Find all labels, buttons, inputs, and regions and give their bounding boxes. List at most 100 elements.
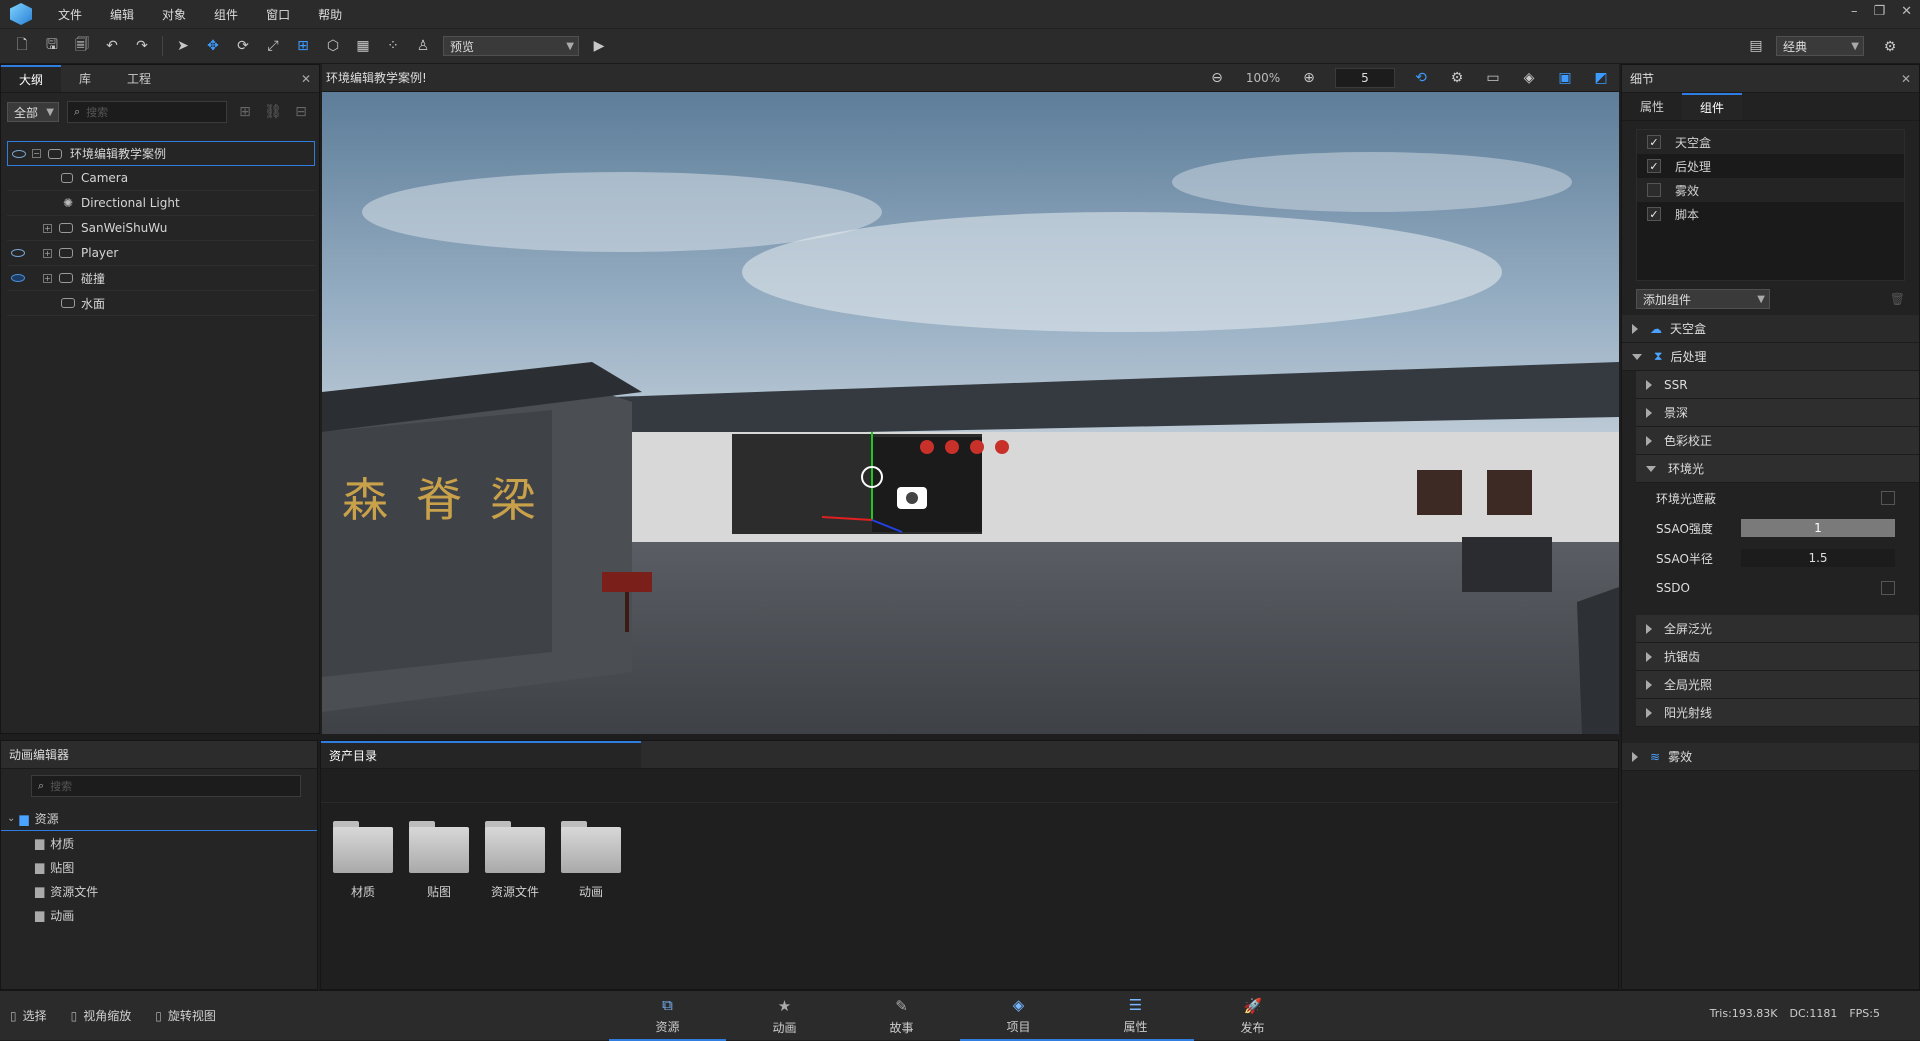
asset-folder[interactable]: 材质 <box>333 821 393 900</box>
section-ambient-light[interactable]: 环境光 <box>1636 455 1919 483</box>
settings-icon[interactable]: ⚙ <box>1880 37 1900 57</box>
select-mode[interactable]: ▯ 选择 <box>10 1007 47 1024</box>
section-postprocess[interactable]: ⧗ 后处理 <box>1622 343 1919 371</box>
visibility-eye-icon[interactable] <box>11 249 25 257</box>
video-camera-icon[interactable]: ▭ <box>1483 68 1503 88</box>
asset-folder[interactable]: 资源文件 <box>485 821 545 900</box>
menu-help[interactable]: 帮助 <box>304 6 356 23</box>
tab-asset-directory[interactable]: 资产目录 <box>321 741 641 768</box>
menu-edit[interactable]: 编辑 <box>96 6 148 23</box>
component-checkbox[interactable]: ✓ <box>1647 135 1661 149</box>
ssao-strength-slider[interactable]: 1 <box>1741 519 1895 537</box>
undo-icon[interactable]: ↶ <box>102 36 122 56</box>
tab-library[interactable]: 库 <box>61 65 109 92</box>
ssao-radius-input[interactable]: 1.5 <box>1741 549 1895 567</box>
section-fog[interactable]: ≋ 雾效 <box>1622 743 1919 771</box>
menu-object[interactable]: 对象 <box>148 6 200 23</box>
nav-properties[interactable]: ☰ 属性 <box>1077 991 1194 1041</box>
nav-animation[interactable]: ★ 动画 <box>726 991 843 1041</box>
new-file-icon[interactable]: 🗋 <box>12 36 32 56</box>
asset-search-input[interactable]: ⌕ 搜索 <box>31 775 301 797</box>
zoom-view-mode[interactable]: ▯ 视角缩放 <box>71 1007 132 1024</box>
physics-icon[interactable]: ⬡ <box>323 36 343 56</box>
component-checkbox[interactable] <box>1647 183 1661 197</box>
tab-outline[interactable]: 大纲 <box>1 65 62 92</box>
outline-filter-select[interactable]: 全部 ▼ <box>7 102 59 122</box>
zoom-in-icon[interactable]: ⊕ <box>1299 68 1319 88</box>
close-icon[interactable]: ✕ <box>1901 72 1911 86</box>
expand-icon[interactable]: + <box>43 223 52 233</box>
outline-search-input[interactable]: ⌕ 搜索 <box>67 101 227 123</box>
save-icon[interactable]: 🖫 <box>42 36 62 56</box>
tree-root[interactable]: ⌄ ▆ 资源 <box>1 807 317 831</box>
sync-icon[interactable]: ⟲ <box>1411 68 1431 88</box>
tree-node[interactable]: + 碰撞 <box>7 266 315 291</box>
tab-components[interactable]: 组件 <box>1682 93 1743 120</box>
section-ssr[interactable]: SSR <box>1636 371 1919 399</box>
section-color-correction[interactable]: 色彩校正 <box>1636 427 1919 455</box>
cube-icon[interactable]: ◈ <box>1519 68 1539 88</box>
tree-item[interactable]: ▆ 动画 <box>35 903 317 927</box>
select-tool-icon[interactable]: ➤ <box>173 36 193 56</box>
gear-icon[interactable]: ⚙ <box>1447 68 1467 88</box>
section-global-illumination[interactable]: 全局光照 <box>1636 671 1919 699</box>
minimize-icon[interactable]: – <box>1851 4 1858 19</box>
player-icon[interactable]: ♙ <box>413 36 433 56</box>
component-row[interactable]: 雾效 <box>1637 178 1904 202</box>
tree-node[interactable]: Camera <box>7 166 315 191</box>
visibility-eye-icon[interactable] <box>12 149 26 158</box>
filter-icon[interactable]: ⊞ <box>235 102 255 122</box>
section-sunray[interactable]: 阳光射线 <box>1636 699 1919 727</box>
nav-publish[interactable]: 🚀 发布 <box>1194 991 1311 1041</box>
layout-select[interactable]: 经典 ▼ <box>1776 36 1864 56</box>
asset-folder[interactable]: 动画 <box>561 821 621 900</box>
save-all-icon[interactable]: 🗐 <box>72 36 92 56</box>
collapse-icon[interactable]: − <box>32 149 41 158</box>
play-icon[interactable]: ▶ <box>589 36 609 56</box>
component-row[interactable]: ✓ 后处理 <box>1637 154 1904 178</box>
nav-resources[interactable]: ⧉ 资源 <box>609 991 726 1041</box>
close-icon[interactable]: ✕ <box>301 72 311 86</box>
component-row[interactable]: ✓ 天空盒 <box>1637 130 1904 154</box>
layout-icon[interactable]: ▤ <box>1746 36 1766 56</box>
component-checkbox[interactable]: ✓ <box>1647 159 1661 173</box>
section-skybox[interactable]: ☁ 天空盒 <box>1622 315 1919 343</box>
scale-tool-icon[interactable]: ⤢ <box>263 36 283 56</box>
menu-window[interactable]: 窗口 <box>252 6 304 23</box>
dot-grid-icon[interactable]: ⁘ <box>383 36 403 56</box>
expand-icon[interactable]: + <box>43 273 52 283</box>
tab-properties[interactable]: 属性 <box>1622 93 1682 120</box>
move-tool-icon[interactable]: ✥ <box>203 36 223 56</box>
rotate-tool-icon[interactable]: ⟳ <box>233 36 253 56</box>
nav-project[interactable]: ◈ 项目 <box>960 991 1077 1041</box>
rotate-view-mode[interactable]: ▯ 旋转视图 <box>155 1007 216 1024</box>
ao-checkbox[interactable] <box>1881 491 1895 505</box>
perspective-icon[interactable]: ▣ <box>1555 68 1575 88</box>
tab-project[interactable]: 工程 <box>109 65 169 92</box>
camera-speed-input[interactable]: 5 <box>1335 68 1395 88</box>
section-dof[interactable]: 景深 <box>1636 399 1919 427</box>
ssdo-checkbox[interactable] <box>1881 581 1895 595</box>
preview-mode-select[interactable]: 预览 ▼ <box>443 36 579 56</box>
tree-node[interactable]: 水面 <box>7 291 315 316</box>
tree-node[interactable]: ✺ Directional Light <box>7 191 315 216</box>
tree-node[interactable]: + SanWeiShuWu <box>7 216 315 241</box>
tree-item[interactable]: ▆ 贴图 <box>35 855 317 879</box>
visibility-eye-icon[interactable] <box>11 274 25 282</box>
add-component-select[interactable]: 添加组件 ▼ <box>1636 289 1770 309</box>
component-checkbox[interactable]: ✓ <box>1647 207 1661 221</box>
component-row[interactable]: ✓ 脚本 <box>1637 202 1904 226</box>
section-bloom[interactable]: 全屏泛光 <box>1636 615 1919 643</box>
expand-icon[interactable]: + <box>43 248 52 258</box>
redo-icon[interactable]: ↷ <box>132 36 152 56</box>
nav-story[interactable]: ✎ 故事 <box>843 991 960 1041</box>
close-icon[interactable]: ✕ <box>1901 4 1912 19</box>
section-antialias[interactable]: 抗锯齿 <box>1636 643 1919 671</box>
asset-folder[interactable]: 贴图 <box>409 821 469 900</box>
grid-icon[interactable]: ▦ <box>353 36 373 56</box>
tree-item[interactable]: ▆ 资源文件 <box>35 879 317 903</box>
tree-node[interactable]: + Player <box>7 241 315 266</box>
restore-icon[interactable]: ❐ <box>1873 4 1885 19</box>
snap-tool-icon[interactable]: ⊞ <box>293 36 313 56</box>
menu-component[interactable]: 组件 <box>200 6 252 23</box>
